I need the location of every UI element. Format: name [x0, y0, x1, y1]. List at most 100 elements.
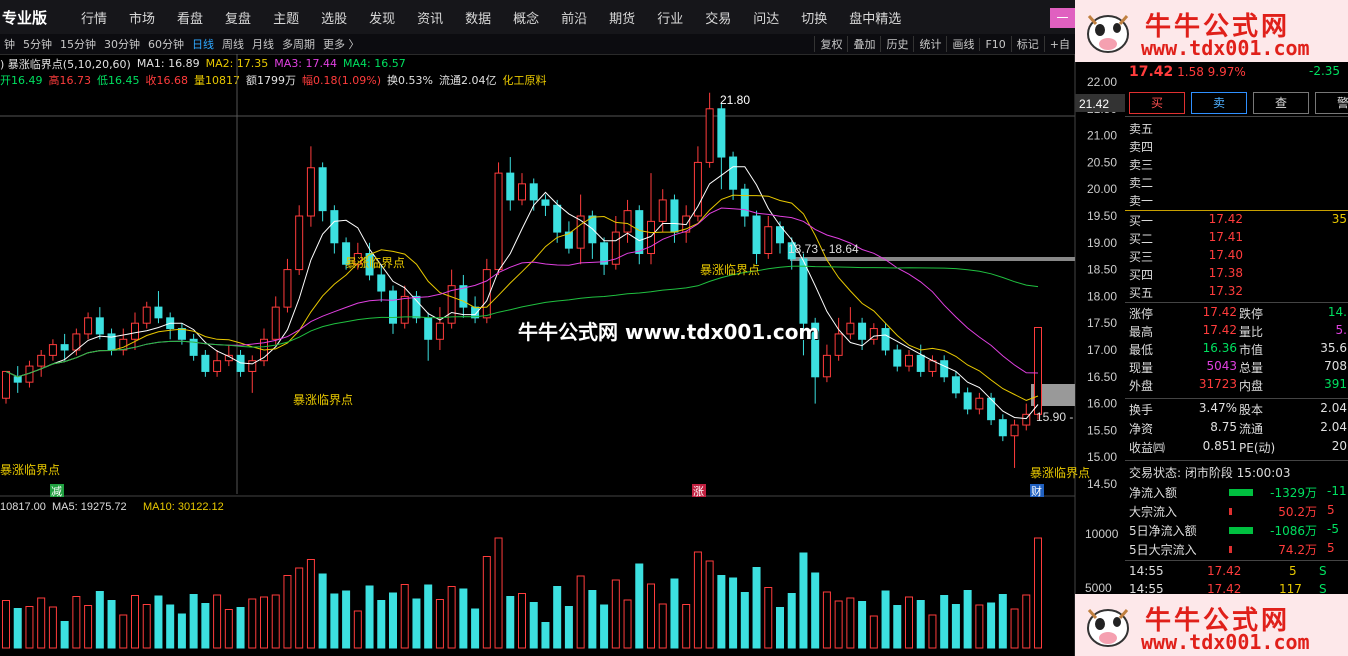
candle-body	[799, 258, 808, 324]
ask-label: 卖五	[1129, 122, 1154, 136]
stat-value: 2.04	[1320, 401, 1347, 415]
menu-item[interactable]: 选股	[310, 8, 358, 27]
menu-item[interactable]: 概念	[502, 8, 550, 27]
menu-item[interactable]: 切换	[790, 8, 838, 27]
volume-bar	[154, 595, 163, 649]
candle-body	[37, 354, 46, 367]
toolbar-button[interactable]: F10	[979, 37, 1010, 51]
candle-body	[905, 354, 913, 367]
volume-bar	[400, 584, 409, 649]
candle-body	[822, 354, 831, 378]
volume-bar	[975, 604, 984, 649]
candle-body	[142, 306, 151, 324]
period-tab[interactable]: 周线	[218, 36, 248, 52]
volume-bar	[25, 606, 34, 649]
menu-item[interactable]: 交易	[694, 8, 742, 27]
site-watermark-top: 牛牛公式网 www.tdx001.com	[1075, 0, 1348, 62]
period-tab[interactable]: 日线	[188, 36, 218, 52]
tick-time: 14:55	[1129, 564, 1164, 578]
divider	[1125, 116, 1348, 117]
volume-bar	[987, 602, 996, 649]
stat-label: 换手	[1129, 403, 1154, 417]
flow-row: 大宗流入 50.2万 5	[1129, 503, 1347, 521]
menu-item[interactable]: 行情	[70, 8, 118, 27]
main-menu: 行情 市场 看盘 复盘 主题 选股 发现 资讯 数据 概念 前沿 期货 行业 交易 问达 切换 盘中精选	[70, 8, 912, 27]
volume-bar	[471, 608, 480, 649]
menu-item[interactable]: 期货	[598, 8, 646, 27]
sell-button[interactable]: 卖	[1191, 92, 1247, 114]
candle-body	[306, 167, 315, 217]
toolbar-button[interactable]: 叠加	[847, 36, 880, 52]
period-tab[interactable]: 钟	[0, 36, 19, 52]
menu-item[interactable]: 市场	[118, 8, 166, 27]
candle-body	[752, 215, 761, 255]
menu-item[interactable]: 看盘	[166, 8, 214, 27]
volume-bar	[389, 592, 397, 649]
candle-body	[48, 344, 57, 356]
menu-item[interactable]: 资讯	[406, 8, 454, 27]
menu-item[interactable]: 前沿	[550, 8, 598, 27]
volume-bar	[564, 606, 573, 649]
candle-body	[494, 172, 503, 271]
stat-label: PE(动)	[1239, 441, 1276, 455]
toolbar-button[interactable]: +自	[1043, 36, 1075, 52]
period-tab[interactable]: 5分钟	[19, 36, 56, 52]
volume-bar	[37, 597, 46, 649]
ask-label: 卖四	[1129, 140, 1154, 154]
candle-body	[541, 199, 550, 206]
toolbar-button[interactable]: 标记	[1010, 36, 1044, 52]
kline-chart[interactable]: 22.0021.5021.0020.5020.0019.5019.0018.50…	[0, 54, 1125, 656]
bid-price: 17.42	[1208, 212, 1243, 226]
period-tab[interactable]: 多周期	[278, 36, 319, 52]
candle-body	[84, 317, 93, 335]
volume-bar	[482, 556, 491, 649]
volume-bar	[189, 594, 198, 649]
toolbar-button[interactable]: 画线	[946, 36, 979, 52]
toolbar-button[interactable]: 统计	[913, 36, 946, 52]
candle-body	[412, 295, 421, 319]
stat-value: 31723	[1198, 377, 1237, 391]
menu-item[interactable]: 行业	[646, 8, 694, 27]
volume-bar	[811, 572, 820, 649]
signal-label: 暴涨临界点	[293, 392, 353, 407]
period-tab[interactable]: 30分钟	[100, 36, 144, 52]
alert-button[interactable]: 警	[1315, 92, 1348, 114]
ask-label: 卖二	[1129, 176, 1154, 190]
menu-item[interactable]: 问达	[742, 8, 790, 27]
candle-body	[400, 295, 409, 324]
volume-value: 10817.00	[0, 501, 46, 513]
stat-row: 涨停 17.42 跌停 14.	[1129, 305, 1347, 323]
flow-bar	[1229, 508, 1232, 515]
cow-logo-icon	[1087, 15, 1129, 53]
period-tab[interactable]: 60分钟	[144, 36, 188, 52]
candle-body	[858, 322, 867, 340]
candle-body	[295, 215, 304, 271]
menu-item[interactable]: 发现	[358, 8, 406, 27]
flow-value-2: 5	[1327, 503, 1335, 517]
toolbar-button[interactable]: 复权	[814, 36, 847, 52]
ask-label: 卖三	[1129, 158, 1154, 172]
candle-body	[330, 210, 339, 244]
flow-value: -1329万	[1270, 486, 1317, 500]
candle-body	[506, 172, 515, 201]
toolbar-button[interactable]: 历史	[880, 36, 913, 52]
menu-item[interactable]: 数据	[454, 8, 502, 27]
flow-row: 净流入额 -1329万 -11	[1129, 484, 1347, 502]
volume-bar	[693, 551, 702, 649]
candle-body	[553, 204, 562, 233]
volume-bar	[846, 597, 855, 649]
candle-body	[318, 167, 327, 212]
menu-item[interactable]: 盘中精选	[838, 8, 912, 27]
period-tab[interactable]: 更多 〉	[319, 36, 364, 52]
watermark-url: www.tdx001.com	[1141, 630, 1310, 654]
top-right-button[interactable]: 一	[1050, 8, 1075, 28]
menu-item[interactable]: 主题	[262, 8, 310, 27]
menu-item[interactable]: 复盘	[214, 8, 262, 27]
period-tab[interactable]: 15分钟	[56, 36, 100, 52]
period-tab[interactable]: 月线	[248, 36, 278, 52]
query-button[interactable]: 查	[1253, 92, 1309, 114]
price-axis-label: 19.00	[1087, 236, 1117, 250]
volume-axis-label: 10000	[1085, 527, 1119, 541]
candle-body	[975, 397, 984, 410]
buy-button[interactable]: 买	[1129, 92, 1185, 114]
